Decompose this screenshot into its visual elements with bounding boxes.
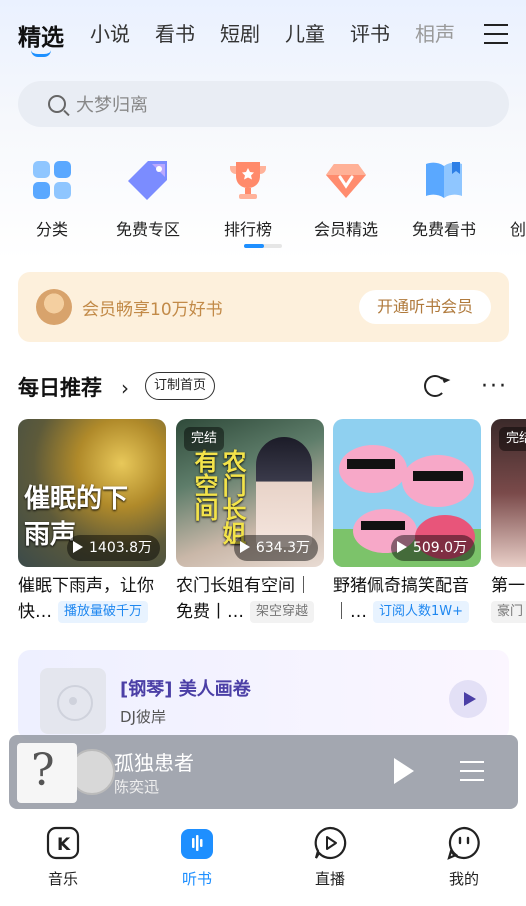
tab-kids[interactable]: 儿童	[285, 18, 325, 47]
avatar	[36, 289, 72, 325]
player-song-title: 孤独患者	[114, 751, 194, 775]
search-icon	[48, 95, 66, 113]
card-subtitle: ｜… 订阅人数1W+	[333, 599, 481, 625]
vip-banner[interactable]: 会员畅享10万好书 开通听书会员	[18, 272, 509, 342]
category-label: 排行榜	[223, 220, 272, 239]
open-vip-button[interactable]: 开通听书会员	[358, 290, 491, 324]
category-item-free-read[interactable]: 免费看书	[404, 158, 484, 240]
tab-storytelling[interactable]: 评书	[350, 18, 390, 47]
music-k-icon: K	[46, 826, 80, 860]
tab-featured[interactable]: 精选	[18, 18, 64, 57]
diamond-icon	[324, 158, 368, 202]
more-icon[interactable]: ···	[481, 374, 508, 399]
player-artist: 陈奕迅	[114, 778, 160, 796]
daily-recommend-header: 每日推荐 › 订制首页 ···	[18, 370, 508, 404]
completed-badge: 完结	[184, 427, 225, 451]
card-subtitle: 豪门	[491, 599, 526, 625]
search-input[interactable]: 大梦归离	[18, 81, 509, 127]
customize-home-button[interactable]: 订制首页	[145, 372, 216, 400]
card-title: 野猪佩奇搞笑配音	[333, 576, 469, 596]
card-title: 第一	[491, 576, 525, 596]
book-icon	[422, 158, 466, 202]
card-cover: 农门长姐 有空间 完结 634.3万	[176, 419, 324, 567]
recommend-card[interactable]: 催眠的下雨声 1403.8万 催眠下雨声，让你 快… 播放量破千万	[18, 419, 166, 625]
card-cover: 509.0万	[333, 419, 481, 567]
bottom-nav: K 音乐 听书 直播 我的	[0, 818, 526, 906]
audiobook-icon	[180, 826, 214, 860]
search-placeholder: 大梦归离	[76, 95, 148, 116]
category-grid-icon	[30, 158, 74, 202]
card-title: 催眠下雨声，让你	[18, 576, 154, 596]
tab-read[interactable]: 看书	[155, 18, 195, 47]
nav-audiobook[interactable]: 听书	[157, 826, 237, 889]
card-cover: 催眠的下雨声 1403.8万	[18, 419, 166, 567]
tab-novel[interactable]: 小说	[90, 18, 130, 47]
recommend-card[interactable]: 农门长姐 有空间 完结 634.3万 农门长姐有空间｜ 免费丨… 架空穿越	[176, 419, 324, 625]
refresh-icon[interactable]	[424, 375, 446, 397]
category-item-classify[interactable]: 分类	[12, 158, 92, 240]
recommend-card-list: 催眠的下雨声 1403.8万 催眠下雨声，让你 快… 播放量破千万 农门长姐 有空…	[18, 419, 526, 629]
play-count-badge: 509.0万	[390, 535, 475, 561]
music-cover	[40, 668, 106, 734]
recommend-card[interactable]: 完结 第一 豪门	[491, 419, 526, 625]
category-label: 分类	[35, 220, 68, 239]
mini-player[interactable]: 孤独患者 陈奕迅	[9, 735, 518, 809]
music-title: [钢琴] 美人画卷	[120, 679, 251, 700]
card-tag: 订阅人数1W+	[373, 601, 470, 623]
play-count-badge: 634.3万	[233, 535, 318, 561]
player-cover	[17, 743, 77, 803]
tab-short-drama[interactable]: 短剧	[220, 18, 260, 47]
live-play-icon	[313, 826, 347, 860]
profile-smile-icon	[447, 826, 481, 860]
category-item-vip[interactable]: 会员精选	[306, 158, 386, 240]
playlist-icon[interactable]	[460, 761, 484, 783]
card-tag: 豪门	[491, 601, 526, 623]
category-label: 免费看书	[411, 220, 476, 239]
card-subtitle: 快… 播放量破千万	[18, 599, 166, 625]
card-cover: 完结	[491, 419, 526, 567]
top-tab-bar: 精选 小说 看书 短剧 儿童 评书 相声	[18, 18, 526, 58]
play-icon[interactable]	[394, 758, 414, 784]
svg-text:K: K	[57, 835, 71, 855]
vip-banner-text: 会员畅享10万好书	[82, 299, 223, 320]
nav-label: 音乐	[47, 870, 78, 888]
cover-figure	[256, 437, 312, 547]
card-tag: 架空穿越	[250, 601, 315, 623]
nav-music[interactable]: K 音乐	[23, 826, 103, 889]
card-tag: 播放量破千万	[58, 601, 149, 623]
play-count-badge: 1403.8万	[67, 535, 160, 561]
category-label: 免费专区	[115, 220, 180, 239]
nav-live[interactable]: 直播	[290, 826, 370, 889]
section-title[interactable]: 每日推荐	[18, 372, 102, 402]
create-icon	[480, 158, 524, 202]
completed-badge: 完结	[499, 427, 526, 451]
card-subtitle: 免费丨… 架空穿越	[176, 599, 324, 625]
menu-icon[interactable]	[484, 24, 508, 44]
category-label: 会员精选	[313, 220, 378, 239]
play-button[interactable]	[449, 680, 487, 718]
tab-crosstalk[interactable]: 相声	[415, 18, 455, 47]
card-title: 农门长姐有空间｜	[176, 576, 312, 596]
trophy-icon	[226, 158, 270, 202]
category-item-ranking[interactable]: 排行榜	[208, 158, 288, 240]
music-recommend-card[interactable]: [钢琴] 美人画卷 DJ彼岸	[18, 650, 509, 740]
recommend-card[interactable]: 509.0万 野猪佩奇搞笑配音 ｜… 订阅人数1W+	[333, 419, 481, 625]
nav-label: 直播	[314, 870, 345, 888]
nav-label: 听书	[181, 870, 212, 888]
category-label: 创	[510, 220, 526, 239]
music-artist: DJ彼岸	[120, 708, 166, 726]
category-item-free[interactable]: 免费专区	[108, 158, 188, 240]
nav-profile[interactable]: 我的	[424, 826, 504, 889]
chevron-right-icon[interactable]: ›	[121, 376, 129, 400]
category-item-create[interactable]: 创	[480, 158, 526, 240]
category-row: 分类 免费专区 排行榜 会员精选 免费看书 创	[0, 158, 526, 240]
nav-label: 我的	[448, 870, 479, 888]
category-pager	[244, 244, 282, 248]
tag-icon	[126, 158, 170, 202]
